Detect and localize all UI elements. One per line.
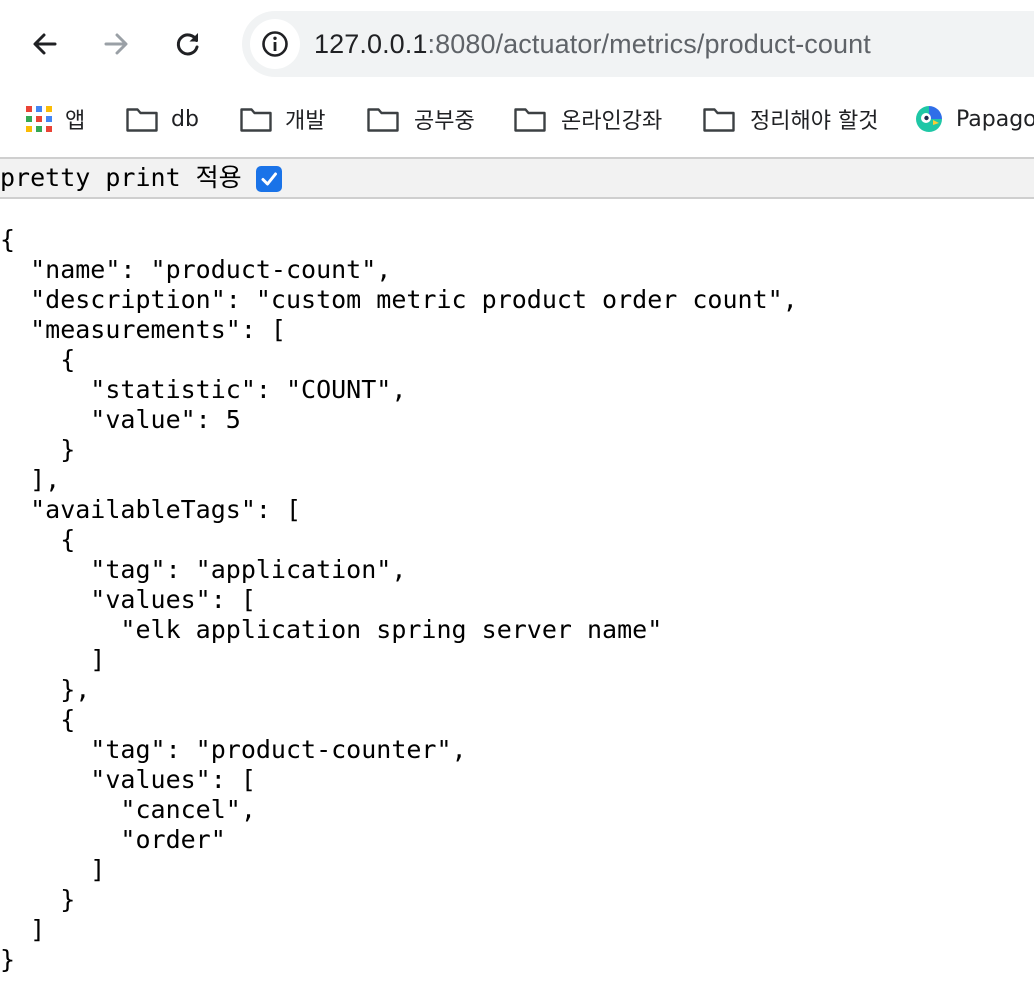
info-icon (262, 31, 288, 57)
apps-grid-icon (26, 106, 52, 132)
arrow-left-icon (33, 33, 57, 55)
bookmark-papago[interactable]: Papago (914, 88, 1034, 150)
bookmark-folder-dev[interactable]: 개발 (239, 88, 325, 150)
forward-button[interactable] (94, 22, 138, 66)
bookmark-folder-online-course[interactable]: 온라인강좌 (513, 88, 662, 150)
bookmark-folder-to-organize[interactable]: 정리해야 할것 (702, 88, 878, 150)
json-response-body: { "name": "product-count", "description"… (0, 225, 798, 974)
bookmark-label: 정리해야 할것 (750, 109, 879, 134)
url-text[interactable]: 127.0.0.1:8080/actuator/metrics/product-… (314, 27, 871, 61)
bookmark-label: 앱 (65, 109, 86, 134)
bookmark-apps[interactable]: 앱 (25, 88, 85, 150)
arrow-right-icon (104, 33, 128, 55)
bookmark-label: db (171, 106, 199, 132)
pretty-print-bar: pretty print 적용 (0, 159, 1034, 197)
folder-icon (367, 108, 399, 132)
url-host: 127.0.0.1 (314, 29, 428, 59)
papago-icon (916, 106, 942, 132)
folder-icon (514, 108, 546, 132)
back-button[interactable] (23, 22, 67, 66)
bookmark-label: 개발 (285, 109, 326, 134)
folder-icon (240, 108, 272, 132)
bookmark-folder-db[interactable]: db (125, 88, 199, 150)
bookmark-label: Papago (956, 106, 1034, 132)
reload-button[interactable] (166, 22, 210, 66)
bookmark-folder-studying[interactable]: 공부중 (366, 88, 475, 150)
browser-toolbar: 127.0.0.1:8080/actuator/metrics/product-… (0, 0, 1034, 88)
pretty-print-label: pretty print 적용 (0, 163, 242, 192)
site-info-button[interactable] (250, 19, 300, 69)
bookmark-label: 공부중 (414, 109, 475, 134)
checkmark-icon (261, 172, 277, 186)
pretty-print-divider (0, 197, 1034, 199)
pretty-print-checkbox[interactable] (256, 166, 282, 192)
reload-icon (176, 33, 199, 56)
bookmark-label: 온라인강좌 (561, 109, 663, 134)
url-path: :8080/actuator/metrics/product-count (427, 29, 871, 59)
address-bar[interactable]: 127.0.0.1:8080/actuator/metrics/product-… (242, 11, 1034, 77)
folder-icon (703, 108, 735, 132)
bookmarks-bar: 앱 db 개발 공부중 온라인강좌 정리해야 할것 Papago (0, 88, 1034, 150)
folder-icon (126, 108, 158, 132)
